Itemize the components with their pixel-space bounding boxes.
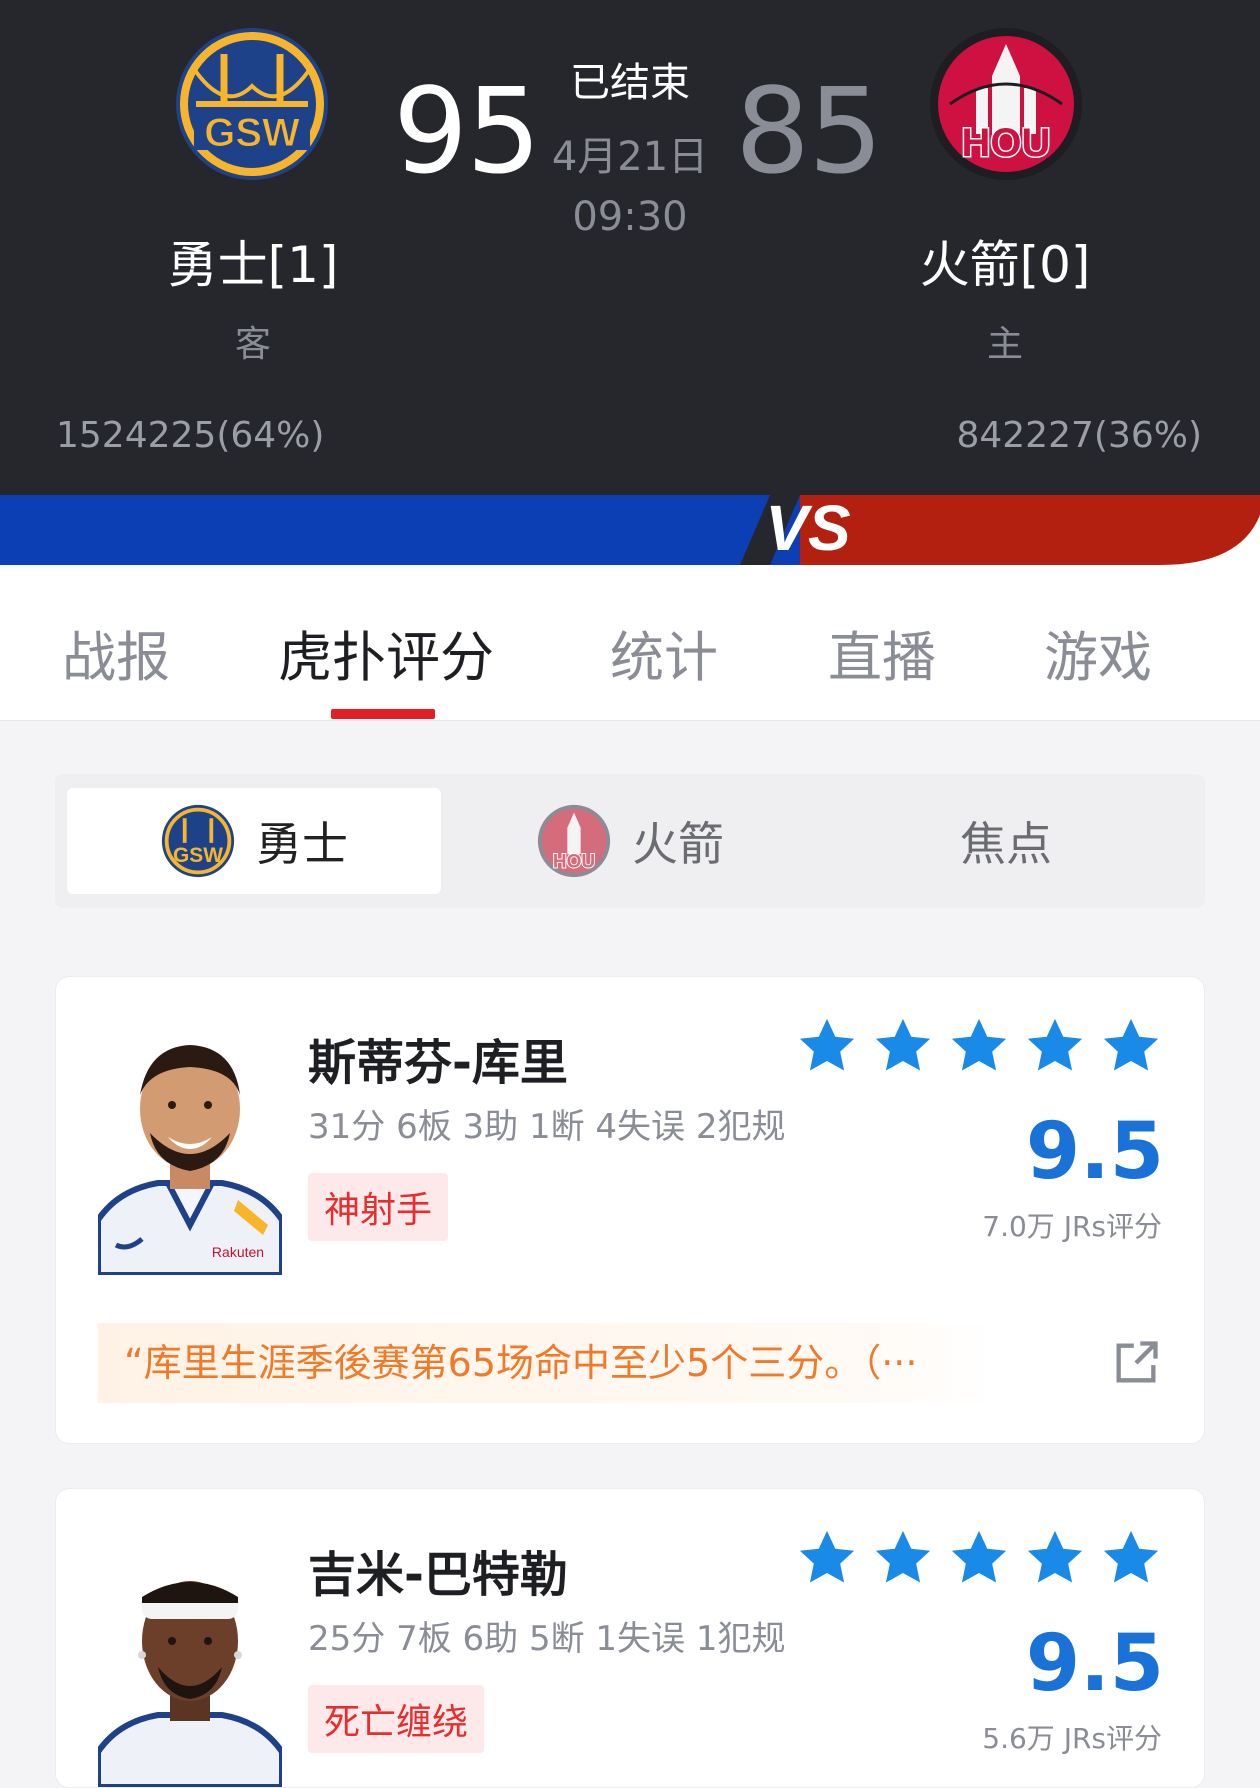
- rating-stars: [796, 1015, 1162, 1077]
- player-rating: 9.5: [1025, 1107, 1164, 1197]
- hou-small-logo-icon: HOU: [536, 803, 612, 879]
- game-header: GSW 95 已结束 4月21日 09:30 85 HOU 勇士[1] 火箭[0…: [0, 0, 1260, 495]
- player-card[interactable]: 吉米-巴特勒 25分 7板 6助 5断 1失误 1犯规 死亡缠绕 9.5 5.6…: [55, 1488, 1205, 1788]
- gsw-small-logo-icon: GSW: [160, 803, 236, 879]
- star-icon: [872, 1527, 934, 1589]
- hou-logo-icon[interactable]: HOU: [926, 24, 1086, 184]
- game-status: 已结束: [570, 60, 690, 106]
- game-time: 09:30: [572, 194, 688, 240]
- segment-rockets-label: 火箭: [632, 817, 724, 871]
- share-icon[interactable]: [1110, 1337, 1162, 1389]
- svg-text:GSW: GSW: [173, 844, 223, 867]
- segment-warriors-label: 勇士: [256, 817, 348, 871]
- segment-focus-label: 焦点: [960, 817, 1052, 871]
- star-icon: [948, 1527, 1010, 1589]
- star-icon: [796, 1015, 858, 1077]
- team-segment-control: GSW 勇士 HOU 火箭 焦点: [55, 774, 1205, 908]
- tab-report[interactable]: 战报: [62, 613, 170, 692]
- svg-text:GSW: GSW: [204, 111, 300, 155]
- tab-game[interactable]: 游戏: [1044, 613, 1152, 692]
- player-name[interactable]: 吉米-巴特勒: [308, 1535, 568, 1605]
- tab-hupu-rating[interactable]: 虎扑评分: [278, 613, 494, 692]
- player-avatar: Rakuten: [98, 1025, 282, 1275]
- game-date: 4月21日: [551, 134, 709, 180]
- svg-text:Rakuten: Rakuten: [212, 1244, 264, 1260]
- rating-stars: [796, 1527, 1162, 1589]
- player-stats: 25分 7板 6助 5断 1失误 1犯规: [308, 1619, 786, 1659]
- away-score: 95: [393, 62, 541, 200]
- svg-text:HOU: HOU: [553, 852, 595, 873]
- home-side-label: 主: [986, 324, 1023, 365]
- star-icon: [948, 1015, 1010, 1077]
- star-icon: [1024, 1015, 1086, 1077]
- vs-label: VS: [765, 495, 851, 564]
- star-icon: [872, 1015, 934, 1077]
- away-side-label: 客: [234, 324, 271, 365]
- segment-focus[interactable]: 焦点: [819, 788, 1193, 894]
- home-support-bar: [800, 495, 1260, 565]
- active-tab-indicator: [331, 709, 435, 719]
- away-support-count: 1524225(64%): [56, 415, 325, 456]
- segment-rockets[interactable]: HOU 火箭: [443, 788, 817, 894]
- tab-stats[interactable]: 统计: [610, 613, 718, 692]
- star-icon: [796, 1527, 858, 1589]
- player-badge: 神射手: [308, 1173, 449, 1241]
- player-name[interactable]: 斯蒂芬-库里: [308, 1023, 568, 1093]
- player-card[interactable]: Rakuten 斯蒂芬-库里 31分 6板 3助 1断 4失误 2犯规 神射手 …: [55, 976, 1205, 1444]
- rating-count: 5.6万 JRs评分: [982, 1722, 1162, 1755]
- home-team-name[interactable]: 火箭[0]: [855, 225, 1155, 297]
- rating-count: 7.0万 JRs评分: [982, 1210, 1162, 1243]
- support-ratio-bar: VS: [0, 495, 1260, 565]
- svg-text:HOU: HOU: [962, 121, 1051, 165]
- player-badge: 死亡缠绕: [308, 1685, 485, 1753]
- star-icon: [1100, 1527, 1162, 1589]
- star-icon: [1100, 1015, 1162, 1077]
- player-rating: 9.5: [1025, 1619, 1164, 1709]
- player-avatar: [98, 1537, 282, 1787]
- star-icon: [1024, 1527, 1086, 1589]
- tab-live[interactable]: 直播: [828, 613, 936, 692]
- home-support-count: 842227(36%): [956, 415, 1202, 456]
- gsw-logo-icon[interactable]: GSW: [172, 24, 332, 184]
- main-tabs: 战报 虎扑评分 统计 直播 游戏: [0, 565, 1260, 721]
- away-support-bar: [0, 495, 800, 565]
- player-quote[interactable]: “库里生涯季後赛第65场命中至少5个三分。（···: [98, 1323, 998, 1403]
- home-score: 85: [735, 62, 883, 200]
- player-stats: 31分 6板 3助 1断 4失误 2犯规: [308, 1107, 786, 1147]
- segment-warriors[interactable]: GSW 勇士: [67, 788, 441, 894]
- away-team-name[interactable]: 勇士[1]: [103, 225, 403, 297]
